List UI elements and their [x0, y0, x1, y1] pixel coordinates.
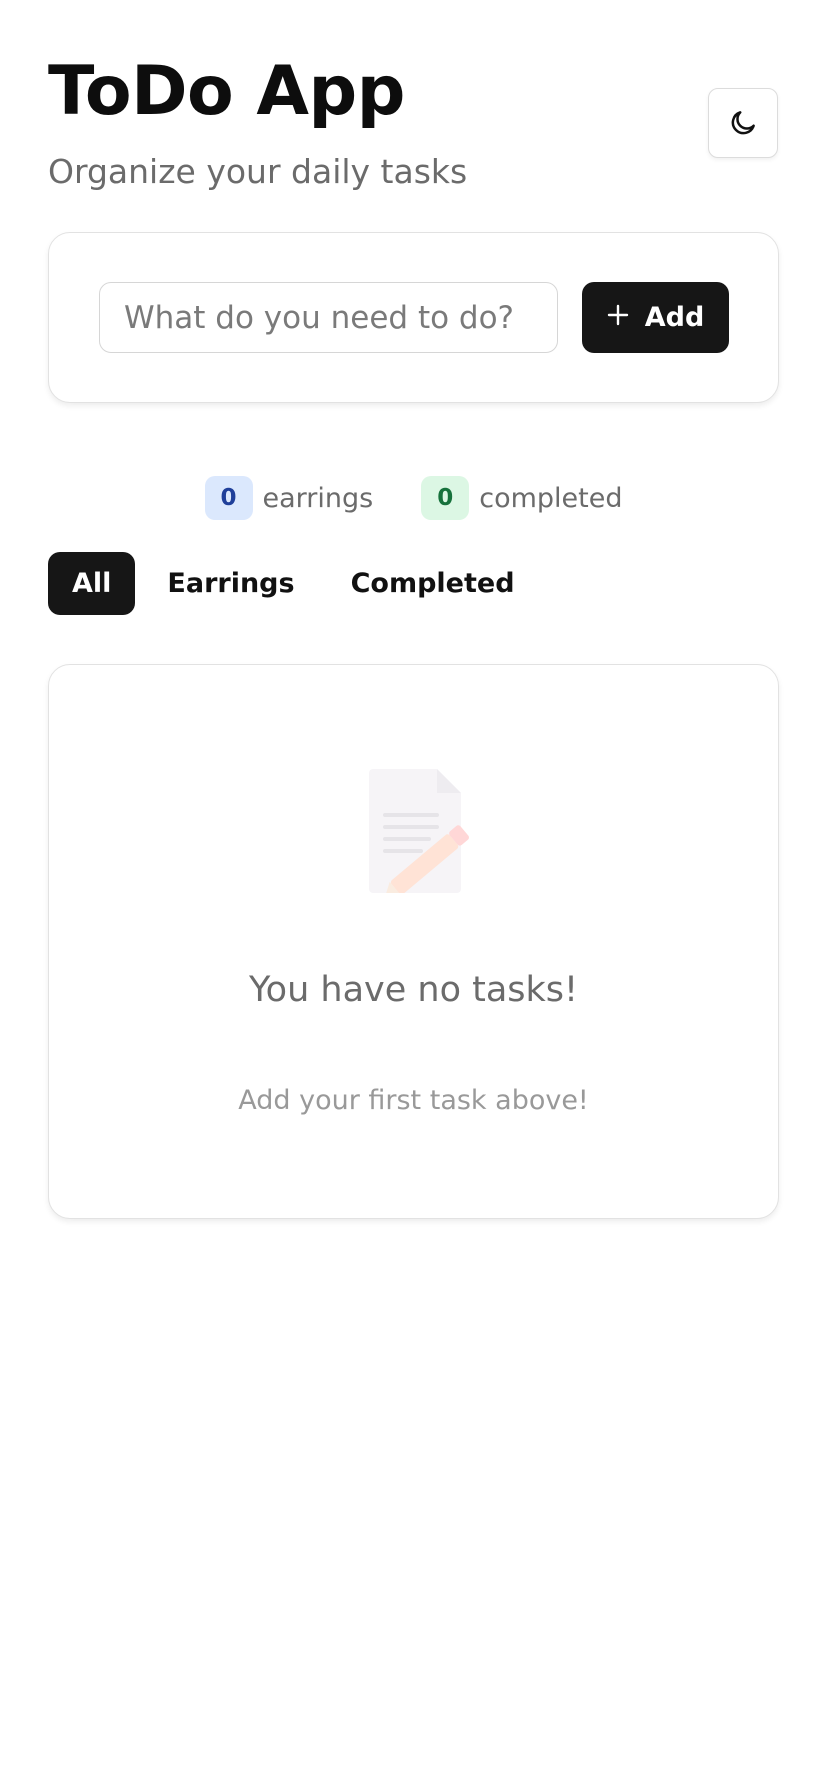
- add-task-card: Add: [48, 232, 779, 403]
- task-list-empty-state: You have no tasks! Add your first task a…: [48, 664, 779, 1219]
- completed-stat-label: completed: [479, 482, 623, 514]
- empty-state-subtitle: Add your first task above!: [238, 1085, 589, 1116]
- add-task-button[interactable]: Add: [582, 282, 729, 353]
- filter-tabs: All Earrings Completed: [48, 552, 539, 615]
- app-header: ToDo App Organize your daily tasks: [48, 0, 779, 232]
- earrings-stat: 0 earrings: [204, 476, 374, 520]
- tab-earrings[interactable]: Earrings: [143, 552, 318, 615]
- page-subtitle: Organize your daily tasks: [48, 152, 468, 191]
- page-title: ToDo App: [48, 52, 405, 131]
- theme-toggle-button[interactable]: [708, 88, 778, 158]
- earrings-stat-label: earrings: [262, 482, 374, 514]
- tab-completed[interactable]: Completed: [327, 552, 539, 615]
- memo-icon: [365, 769, 475, 898]
- empty-state-title: You have no tasks!: [248, 970, 579, 1010]
- add-button-label: Add: [644, 302, 705, 333]
- tab-all[interactable]: All: [48, 552, 136, 615]
- earrings-count-badge: 0: [204, 476, 253, 520]
- new-task-input[interactable]: [99, 282, 558, 353]
- completed-stat: 0 completed: [421, 476, 622, 520]
- task-stats: 0 earrings 0 completed: [48, 476, 779, 520]
- plus-icon: [607, 302, 629, 333]
- moon-icon: [728, 108, 758, 138]
- app-container: ToDo App Organize your daily tasks Add 0: [48, 0, 779, 1219]
- completed-count-badge: 0: [421, 476, 470, 520]
